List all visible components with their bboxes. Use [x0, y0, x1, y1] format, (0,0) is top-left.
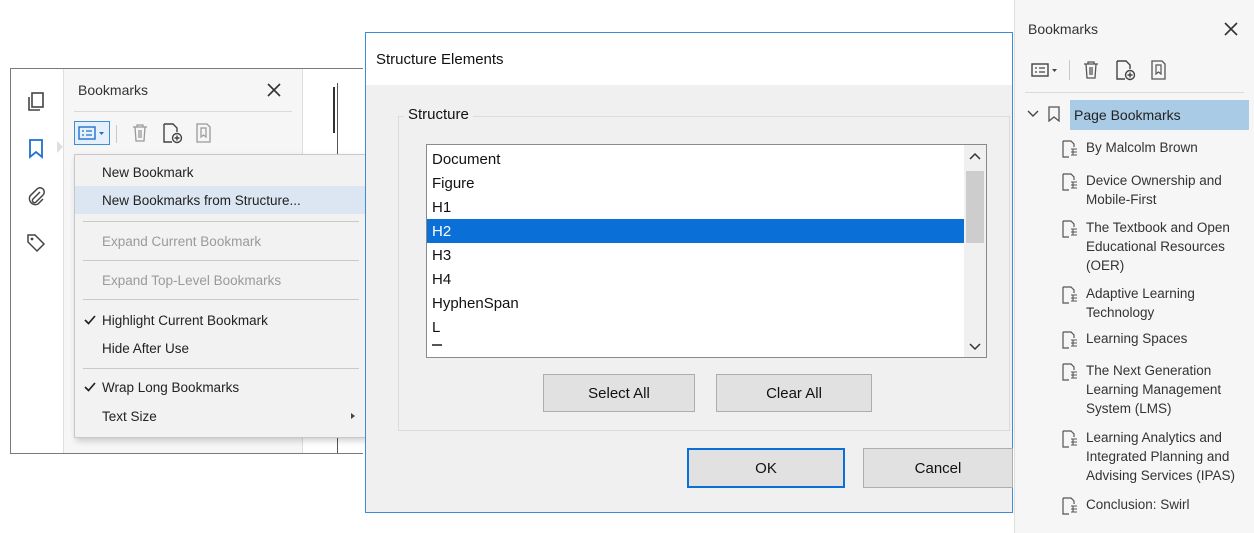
menu-item-label: Highlight Current Bookmark [102, 312, 268, 328]
list-scrollbar[interactable] [964, 145, 986, 357]
structure-bookmark-icon [1061, 363, 1079, 381]
ok-button[interactable]: OK [687, 448, 845, 488]
menu-item-label: Expand Top-Level Bookmarks [102, 272, 282, 288]
bookmark-label: Conclusion: Swirl [1086, 497, 1190, 512]
menu-item-label: Expand Current Bookmark [102, 233, 262, 249]
clear-all-button[interactable]: Clear All [716, 374, 872, 412]
bookmark-icon [1047, 105, 1061, 123]
structure-bookmark-icon [1061, 430, 1079, 448]
bookmark-label: The Textbook and Open Educational Resour… [1086, 220, 1230, 273]
checkmark-icon [83, 380, 97, 394]
attachments-icon[interactable] [23, 183, 49, 209]
bookmark-properties-icon[interactable] [1147, 58, 1171, 82]
page-bookmarks-root[interactable]: Page Bookmarks [1070, 100, 1249, 130]
menu-item-text-size[interactable]: Text Size [75, 402, 367, 430]
bookmark-label: Learning Spaces [1086, 331, 1188, 346]
structure-bookmark-icon [1061, 220, 1079, 238]
submenu-arrow-icon [351, 413, 355, 419]
bookmark-label: Device Ownership and Mobile-First [1086, 173, 1222, 207]
close-icon[interactable] [264, 80, 284, 100]
list-item[interactable]: H3 [427, 243, 964, 267]
toolbar-separator [1069, 60, 1070, 80]
structure-bookmark-icon [1061, 331, 1079, 349]
menu-item-expand-current-bookmark[interactable]: Expand Current Bookmark [75, 227, 367, 255]
close-icon[interactable] [1221, 19, 1241, 39]
menu-item-hide-after-use[interactable]: Hide After Use [75, 334, 367, 362]
scroll-thumb[interactable] [966, 171, 984, 243]
bookmark-label: The Next Generation Learning Management … [1086, 363, 1222, 416]
delete-icon[interactable] [1079, 58, 1103, 82]
toolbar-separator [116, 125, 117, 143]
panel-divider [74, 111, 292, 112]
checkmark-icon [83, 313, 97, 327]
menu-separator [83, 260, 359, 261]
structure-bookmark-icon [1061, 173, 1079, 191]
scroll-up-icon[interactable] [969, 150, 981, 162]
menu-item-new-bookmark[interactable]: New Bookmark [75, 158, 367, 186]
right-bookmarks-panel: Bookmarks Page Bookmarks By Malcolm Brow… [1014, 0, 1254, 533]
list-item[interactable]: Figure [427, 171, 964, 195]
menu-item-highlight-current-bookmark[interactable]: Highlight Current Bookmark [75, 306, 367, 334]
menu-item-label: New Bookmarks from Structure... [102, 192, 301, 208]
scroll-down-icon[interactable] [969, 341, 981, 353]
structure-element-list[interactable]: Document Figure H1 H2 H3 H4 HyphenSpan L [426, 144, 987, 358]
bookmarks-icon[interactable] [23, 136, 49, 162]
list-item[interactable]: H4 [427, 267, 964, 291]
options-menu-button[interactable] [1027, 58, 1063, 82]
list-item[interactable]: HyphenSpan [427, 291, 964, 315]
new-bookmark-icon[interactable] [1113, 58, 1137, 82]
menu-separator [83, 368, 359, 369]
structure-bookmark-icon [1061, 140, 1079, 158]
panel-title: Bookmarks [78, 82, 149, 98]
panel-divider [1025, 92, 1244, 93]
menu-item-label: Hide After Use [102, 340, 190, 356]
cancel-button[interactable]: Cancel [863, 448, 1013, 488]
list-item[interactable]: L [427, 315, 964, 339]
structure-group-label: Structure [404, 106, 473, 123]
menu-item-expand-top-level-bookmarks[interactable]: Expand Top-Level Bookmarks [75, 266, 367, 294]
bookmark-properties-icon[interactable] [192, 121, 216, 145]
tags-icon[interactable] [23, 230, 49, 256]
navigation-rail [11, 69, 63, 453]
bookmark-label: Learning Analytics and Integrated Planni… [1086, 430, 1236, 483]
delete-icon[interactable] [128, 121, 152, 145]
list-item[interactable]: H1 [427, 195, 964, 219]
structure-bookmark-icon [1061, 286, 1079, 304]
panel-title: Bookmarks [1028, 21, 1099, 37]
menu-item-label: Text Size [102, 408, 157, 424]
select-all-button[interactable]: Select All [543, 374, 695, 412]
menu-separator [83, 221, 359, 222]
collapse-chevron-icon[interactable] [1027, 108, 1039, 120]
menu-item-wrap-long-bookmarks[interactable]: Wrap Long Bookmarks [75, 373, 367, 401]
list-item[interactable]: Document [427, 147, 964, 171]
new-bookmark-icon[interactable] [160, 121, 184, 145]
structure-bookmark-icon [1061, 497, 1079, 515]
list-item-selected[interactable]: H2 [427, 219, 964, 243]
structure-elements-dialog: Structure Elements Structure Document Fi… [365, 32, 1013, 513]
list-item-partial [432, 344, 442, 346]
dialog-title: Structure Elements [376, 50, 504, 68]
bookmarks-options-menu: New Bookmark New Bookmarks from Structur… [74, 154, 368, 438]
options-menu-button[interactable] [74, 121, 110, 145]
dialog-titlebar: Structure Elements [366, 33, 1012, 85]
bookmark-label: Adaptive Learning Technology [1086, 286, 1195, 320]
menu-item-label: Wrap Long Bookmarks [102, 379, 240, 395]
menu-item-new-bookmarks-from-structure[interactable]: New Bookmarks from Structure... [75, 186, 367, 214]
bookmark-label: By Malcolm Brown [1086, 140, 1198, 155]
menu-separator [83, 299, 359, 300]
menu-item-label: New Bookmark [102, 164, 194, 180]
document-stroke [333, 87, 335, 133]
page-thumbnails-icon[interactable] [23, 89, 49, 115]
